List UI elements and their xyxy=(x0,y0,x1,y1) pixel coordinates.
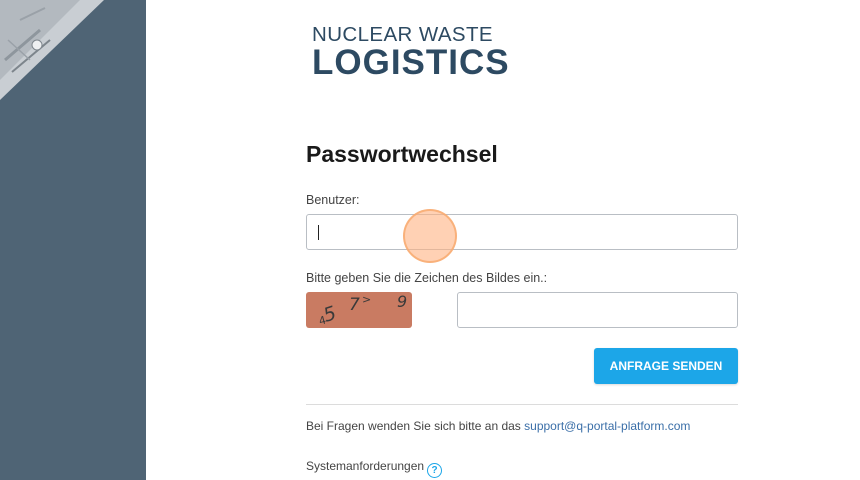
brand-logo: NUCLEAR WASTE LOGISTICS xyxy=(312,24,510,81)
captcha-char-3: 7 xyxy=(349,295,360,315)
help-line: Bei Fragen wenden Sie sich bitte an das … xyxy=(306,419,690,433)
user-label: Benutzer: xyxy=(306,193,360,207)
divider xyxy=(306,404,738,405)
page-title: Passwortwechsel xyxy=(306,141,498,167)
help-text: Bei Fragen wenden Sie sich bitte an das xyxy=(306,419,525,433)
captcha-char-4: > xyxy=(362,293,371,306)
support-email-link[interactable]: support@q-portal-platform.com xyxy=(524,419,690,433)
background-photo xyxy=(0,0,104,100)
system-requirements-label[interactable]: Systemanforderungen xyxy=(306,459,424,473)
captcha-graphic: 4 5 7 > 9 xyxy=(317,292,407,328)
question-mark-icon[interactable]: ? xyxy=(427,463,443,478)
system-requirements: Systemanforderungen? xyxy=(306,459,443,478)
captcha-char-5: 9 xyxy=(397,292,407,311)
user-input[interactable] xyxy=(306,214,738,250)
captcha-input[interactable] xyxy=(457,292,738,328)
captcha-label: Bitte geben Sie die Zeichen des Bildes e… xyxy=(306,271,548,285)
side-image-panel xyxy=(0,0,146,480)
captcha-image: 4 5 7 > 9 xyxy=(306,292,412,328)
click-indicator xyxy=(403,209,457,263)
logo-line-2: LOGISTICS xyxy=(312,43,510,82)
text-caret xyxy=(318,225,319,240)
submit-request-button[interactable]: ANFRAGE SENDEN xyxy=(594,348,738,384)
